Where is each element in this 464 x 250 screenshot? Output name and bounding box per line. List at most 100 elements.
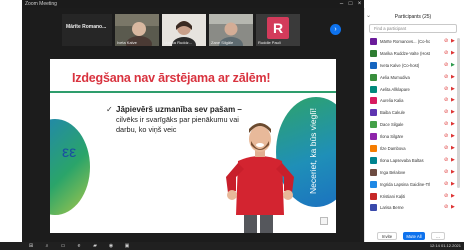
participant-name: Aurelia Kalia [380,98,404,104]
mic-muted-icon[interactable]: ⊘ [444,181,449,188]
camera-off-icon[interactable]: ▶ [451,169,457,176]
slide-control[interactable] [320,217,328,225]
camera-off-icon[interactable]: ▶ [451,204,457,211]
participant-name: Marika Ruddze-Valte (Host) [380,50,430,56]
mic-muted-icon[interactable]: ⊘ [444,204,449,211]
participant-row[interactable]: Kristiani Kaļiti ⊘ ▶ [365,191,461,203]
avatar [370,192,377,200]
participants-footer: Invite Mute All ... [365,230,461,242]
chevron-right-icon[interactable]: › [330,24,341,35]
more-button[interactable]: ... [431,232,445,240]
video-tile[interactable]: Mārīte Romano... [62,14,112,46]
participant-name: Inga Belalove [380,169,406,175]
participant-row[interactable]: Baiba Cakule ⊘ ▶ [365,107,461,119]
maximize-icon[interactable]: □ [347,0,354,8]
mic-muted-icon[interactable]: ⊘ [444,157,449,164]
invite-button[interactable]: Invite [377,232,397,240]
camera-on-icon[interactable]: ▶ [451,62,457,69]
camera-off-icon[interactable]: ▶ [451,97,457,104]
windows-icon[interactable]: ⊞ [28,243,34,249]
participant-row[interactable]: Ingrida Lapsina Gaidine-Tībe ⊘ ▶ [365,179,461,191]
video-tile[interactable]: R Ruddle Pauli [256,14,300,46]
mic-muted-icon[interactable]: ⊘ [444,169,449,176]
participant-row[interactable]: Ilze Dambova ⊘ ▶ [365,143,461,155]
participant-name: Mārīte Romanovs... (Co-host, me) [380,39,430,44]
mic-muted-icon[interactable]: ⊘ [444,50,449,57]
video-tile-name: Mārīte Romano... [66,24,107,30]
camera-off-icon[interactable]: ▶ [451,133,457,140]
avatar [370,109,377,117]
avatar [370,133,377,141]
camera-off-icon[interactable]: ▶ [451,86,457,93]
participants-panel: ⌄ Participants (25) Find a participant M… [364,8,460,242]
participant-row[interactable]: Ilona Lapsevaba Baltas ⊘ ▶ [365,155,461,167]
participant-row[interactable]: Inga Belalove ⊘ ▶ [365,167,461,179]
edge-icon[interactable]: e [76,243,82,249]
squiggle-icon: εε [62,144,77,161]
participant-name: Ilze Dambova [380,146,406,152]
avatar [370,204,377,212]
folder-icon[interactable]: ▰ [92,243,98,249]
avatar [370,156,377,164]
participant-name: Ilona Lapsevaba Baltas [380,157,424,163]
camera-off-icon[interactable]: ▶ [451,181,457,188]
mic-muted-icon[interactable]: ⊘ [444,38,449,45]
mic-muted-icon[interactable]: ⊘ [444,145,449,152]
mic-muted-icon[interactable]: ⊘ [444,109,449,116]
participant-search-input[interactable]: Find a participant [369,24,457,33]
mic-muted-icon[interactable]: ⊘ [444,121,449,128]
participant-row[interactable]: Aelita Allklapare ⊘ ▶ [365,84,461,96]
camera-off-icon[interactable]: ▶ [451,145,457,152]
slide-vertical-text: Neceriet, ka būs vieglī! [308,108,318,194]
minimize-icon[interactable]: – [338,0,345,8]
clock-time: 12:14 [429,243,440,248]
participant-name: Aelita Allklapare [380,86,410,92]
camera-off-icon[interactable]: ▶ [451,74,457,81]
slide-title: Izdegšana nav ārstējama ar zālēm! [72,71,271,85]
mic-muted-icon[interactable]: ⊘ [444,62,449,69]
participant-row[interactable]: Marika Ruddze-Valte (Host) ⊘ ▶ [365,48,461,60]
camera-off-icon[interactable]: ▶ [451,38,457,45]
camera-off-icon[interactable]: ▶ [451,157,457,164]
participant-name: Kristiani Kaļiti [380,193,406,199]
system-tray: 12:14 01.12.2021 [380,242,464,250]
participants-title: Participants (25) [394,14,432,20]
mic-muted-icon[interactable]: ⊘ [444,86,449,93]
participant-name: Larisa Berne [380,205,404,211]
video-tile-name: Marika Ruddz... [164,40,193,45]
participant-row[interactable]: Larisa Berne ⊘ ▶ [365,202,461,214]
camera-off-icon[interactable]: ▶ [451,50,457,57]
participants-list: Mārīte Romanovs... (Co-host, me)⊘▶Marika… [365,36,461,214]
video-tile-name: Ruddle Pauli [258,40,281,45]
participant-row[interactable]: Dace Silgale ⊘ ▶ [365,119,461,131]
app-icon[interactable]: ◉ [108,243,114,249]
participant-name: Ilona Silgāre [380,134,404,140]
participant-row[interactable]: Aurelia Kalia ⊘ ▶ [365,95,461,107]
zoom-app: Zoom Meeting – □ × Mārīte Romano... Ivet… [0,0,464,250]
zoom-taskbar-icon[interactable]: ▣ [124,243,130,249]
mic-muted-icon[interactable]: ⊘ [444,193,449,200]
shared-slide: Izdegšana nav ārstējama ar zālēm! εε ✓ J… [50,59,336,233]
mic-muted-icon[interactable]: ⊘ [444,97,449,104]
participant-name: Dace Silgale [380,122,404,128]
mic-muted-icon[interactable]: ⊘ [444,133,449,140]
video-strip: Mārīte Romano... Iveta Kalve Marika Rudd… [22,12,364,48]
search-icon[interactable]: ⌕ [44,243,50,249]
participant-name: Ingrida Lapsina Gaidine-Tībe [380,181,430,187]
video-tile[interactable]: Zane Silgāle [209,14,253,46]
video-tile-name: Iveta Kalve [117,40,137,45]
camera-off-icon[interactable]: ▶ [451,109,457,116]
participant-row[interactable]: Mārīte Romanovs... (Co-host, me) ⊘▶ [365,36,461,48]
participant-row[interactable]: Iveta Kalve (Co-host) ⊘ ▶ [365,60,461,72]
person-illustration [226,123,294,233]
task-view-icon[interactable]: ▭ [60,243,66,249]
mic-muted-icon[interactable]: ⊘ [444,74,449,81]
camera-off-icon[interactable]: ▶ [451,121,457,128]
close-icon[interactable]: × [356,0,363,8]
participant-row[interactable]: Ilona Silgāre ⊘ ▶ [365,131,461,143]
mute-all-button[interactable]: Mute All [403,232,425,240]
video-tile[interactable]: Iveta Kalve [115,14,159,46]
participant-row[interactable]: Aelia Mumudiva ⊘ ▶ [365,72,461,84]
camera-off-icon[interactable]: ▶ [451,193,457,200]
video-tile[interactable]: Marika Ruddz... [162,14,206,46]
